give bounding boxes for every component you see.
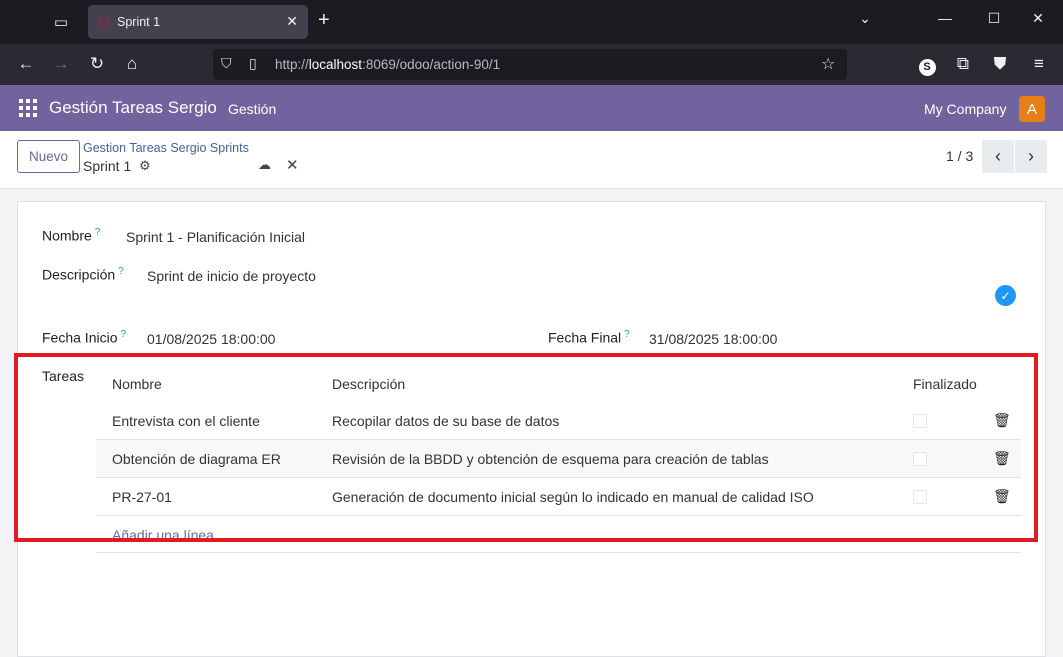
url-text[interactable]: http://localhost:8069/odoo/action-90/1	[275, 57, 500, 72]
nombre-label: Nombre?	[42, 227, 101, 244]
app-title[interactable]: Gestión Tareas Sergio	[49, 98, 217, 118]
descripcion-label: Descripción?	[42, 266, 124, 283]
gear-icon[interactable]: ⚙	[139, 158, 151, 174]
minimize-icon[interactable]: —	[935, 10, 955, 26]
breadcrumb-parent[interactable]: Gestion Tareas Sergio Sprints	[83, 141, 249, 155]
tab-list-icon[interactable]: ▭	[46, 10, 76, 34]
fecha-inicio-label: Fecha Inicio?	[42, 329, 127, 346]
cloud-upload-save-icon[interactable]: ☁	[258, 157, 271, 173]
puzzle-extensions-icon[interactable]: ⧉	[951, 54, 975, 74]
forward-icon[interactable]: →	[49, 54, 73, 74]
new-tab-icon[interactable]: +	[318, 9, 330, 32]
breadcrumb-current: Sprint 1	[83, 158, 132, 174]
fecha-final-field[interactable]: 31/08/2025 18:00:00	[649, 331, 777, 347]
chevron-down-icon[interactable]: ⌄	[855, 10, 875, 27]
highlight-box	[14, 353, 1038, 542]
apps-grid-icon[interactable]	[19, 99, 37, 117]
maximize-icon[interactable]: ☐	[984, 10, 1004, 27]
tab-close-icon[interactable]: ✕	[286, 13, 298, 30]
pager-previous-button[interactable]: ‹	[982, 140, 1014, 173]
fecha-inicio-field[interactable]: 01/08/2025 18:00:00	[147, 331, 275, 347]
tab-title: Sprint 1	[117, 15, 161, 29]
window-close-icon[interactable]: ✕	[1028, 10, 1048, 27]
browser-tab[interactable]: Sprint 1 ✕	[88, 5, 308, 39]
table-divider	[96, 552, 1021, 553]
new-button[interactable]: Nuevo	[17, 140, 80, 173]
browser-navbar: ← → ↻ ⌂ ⛉ ▯ http://localhost:8069/odoo/a…	[0, 44, 1063, 85]
hamburger-menu-icon[interactable]: ≡	[1027, 54, 1051, 74]
home-icon[interactable]: ⌂	[120, 54, 144, 74]
menu-gestion[interactable]: Gestión	[228, 101, 276, 117]
descripcion-field[interactable]: Sprint de inicio de proyecto	[147, 268, 316, 284]
bookmark-star-icon[interactable]: ☆	[821, 54, 835, 74]
reload-icon[interactable]: ↻	[85, 54, 109, 74]
url-bar[interactable]: ⛉ ▯ http://localhost:8069/odoo/action-90…	[213, 49, 847, 80]
pager-value[interactable]: 1 / 3	[946, 148, 973, 164]
shield-icon[interactable]: ⛉	[221, 55, 232, 72]
browser-tabbar: ▭ Sprint 1 ✕ + ⌄ — ☐ ✕	[0, 0, 1063, 44]
user-avatar[interactable]: A	[1019, 96, 1045, 122]
shield-extension-icon[interactable]: ⛊	[988, 54, 1012, 74]
pager-next-button[interactable]: ›	[1015, 140, 1047, 173]
app-header: Gestión Tareas Sergio Gestión My Company	[0, 85, 1063, 131]
extension-s-icon[interactable]: S	[915, 55, 939, 76]
control-panel: Nuevo Gestion Tareas Sergio Sprints Spri…	[0, 131, 1063, 189]
back-icon[interactable]: ←	[14, 54, 38, 74]
check-circle-icon[interactable]: ✓	[995, 285, 1016, 306]
odoo-favicon-icon	[98, 16, 110, 28]
discard-close-icon[interactable]: ✕	[286, 156, 299, 174]
company-switcher[interactable]: My Company	[924, 101, 1006, 117]
page-icon: ▯	[249, 55, 257, 71]
nombre-field[interactable]: Sprint 1 - Planificación Inicial	[126, 229, 305, 245]
fecha-final-label: Fecha Final?	[548, 329, 630, 346]
